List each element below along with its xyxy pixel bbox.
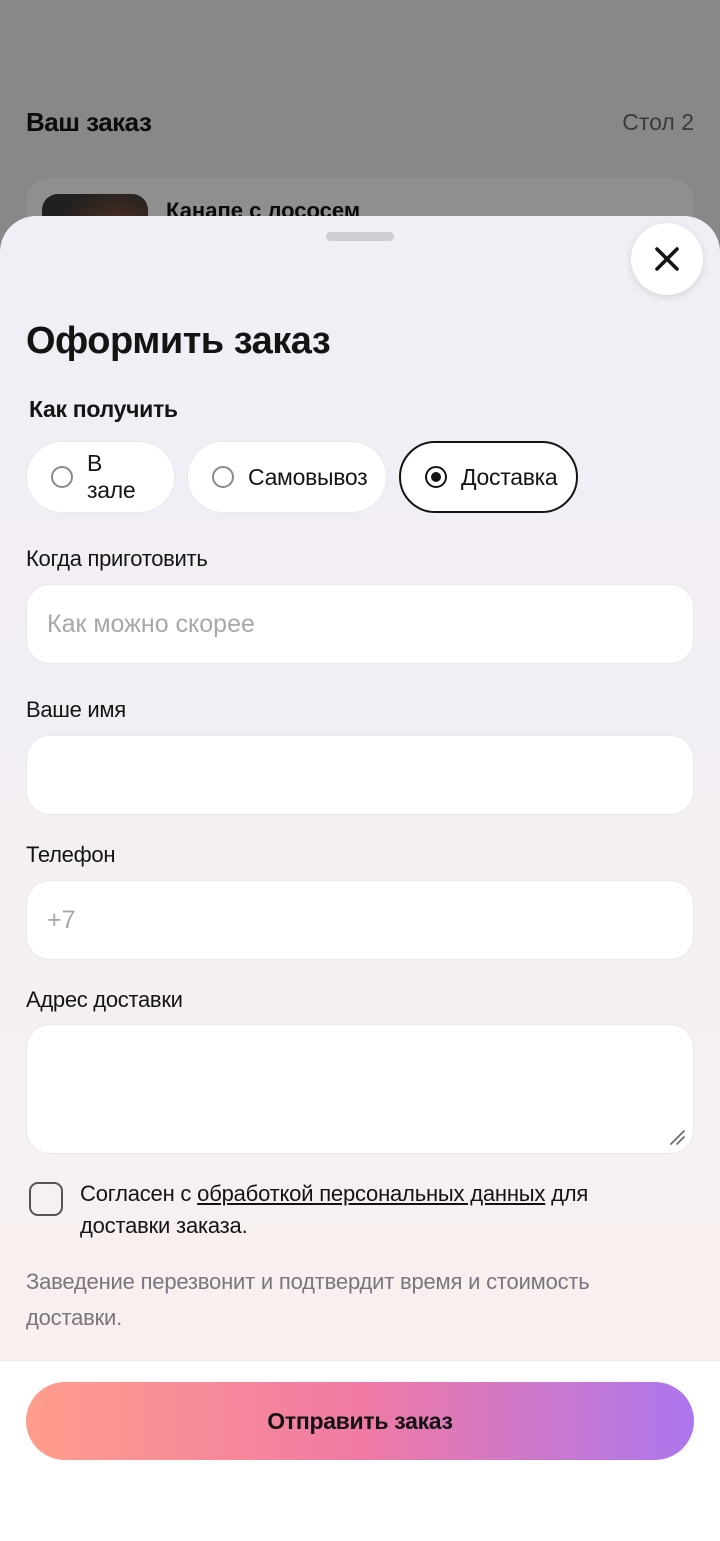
phone-label: Телефон: [26, 842, 116, 867]
option-label: В зале: [87, 450, 136, 503]
address-textarea[interactable]: [26, 1024, 694, 1154]
consent-prefix: Согласен с: [80, 1181, 198, 1206]
consent-row: Согласен с обработкой персональных данны…: [29, 1178, 669, 1242]
privacy-link[interactable]: обработкой персональных данных: [197, 1181, 545, 1206]
drag-handle[interactable]: [326, 232, 394, 241]
sheet-title: Оформить заказ: [26, 320, 331, 362]
phone-placeholder: +7: [47, 905, 76, 934]
name-input[interactable]: [26, 735, 694, 815]
receive-method-label: Как получить: [29, 396, 178, 422]
consent-checkbox[interactable]: [29, 1182, 63, 1216]
consent-text: Согласен с обработкой персональных данны…: [80, 1178, 669, 1242]
radio-icon: [51, 466, 73, 488]
close-button[interactable]: [631, 223, 703, 295]
option-delivery[interactable]: Доставка: [399, 441, 578, 513]
option-pickup[interactable]: Самовывоз: [187, 441, 387, 513]
delivery-note: Заведение перезвонит и подтвердит время …: [26, 1269, 590, 1330]
option-label: Самовывоз: [248, 463, 368, 490]
option-label: Доставка: [461, 463, 558, 490]
radio-selected-icon: [425, 466, 447, 488]
receive-method-options: В зале Самовывоз Доставка: [26, 441, 578, 513]
name-label: Ваше имя: [26, 697, 126, 722]
radio-icon: [212, 466, 234, 488]
option-dine-in[interactable]: В зале: [26, 441, 175, 513]
checkout-sheet: Оформить заказ Как получить В зале Самов…: [0, 216, 720, 1541]
when-select[interactable]: Как можно скорее: [26, 584, 694, 664]
when-label: Когда приготовить: [26, 546, 208, 571]
phone-input[interactable]: +7: [26, 880, 694, 960]
when-placeholder: Как можно скорее: [47, 609, 255, 638]
address-label: Адрес доставки: [26, 987, 183, 1012]
resize-handle-icon[interactable]: [669, 1129, 685, 1145]
footer: Отправить заказ: [0, 1360, 720, 1541]
close-icon: [655, 247, 679, 271]
submit-order-button[interactable]: Отправить заказ: [26, 1382, 694, 1460]
